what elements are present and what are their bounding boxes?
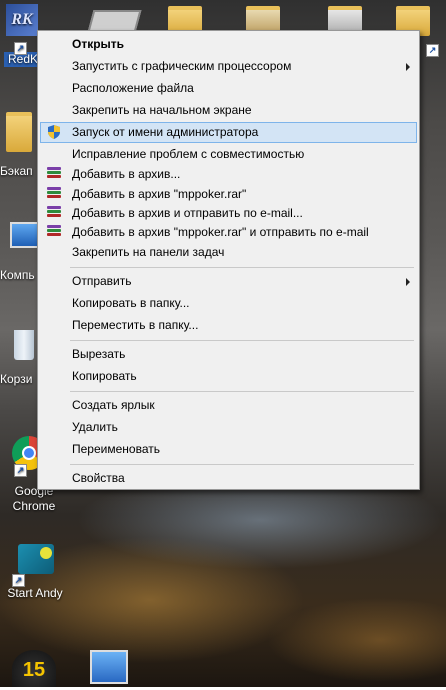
menu-item-add-to-rar-and-email[interactable]: Добавить в архив "mppoker.rar" и отправи… <box>40 222 417 243</box>
menu-item-label: Переместить в папку... <box>72 318 199 332</box>
menu-item-label: Закрепить на панели задач <box>72 245 225 259</box>
menu-separator <box>70 340 414 341</box>
menu-item-delete[interactable]: Удалить <box>40 417 417 438</box>
menu-item-label: Открыть <box>72 37 125 51</box>
menu-item-label: Копировать в папку... <box>72 296 190 310</box>
network-icon[interactable] <box>90 650 128 684</box>
menu-item-label: Копировать <box>72 369 137 383</box>
menu-item-pin-to-start[interactable]: Закрепить на начальном экране <box>40 100 417 121</box>
menu-item-copy-to-folder[interactable]: Копировать в папку... <box>40 293 417 314</box>
app-icon-15[interactable]: 15 <box>12 650 56 687</box>
menu-item-label: Удалить <box>72 420 118 434</box>
backup-folder-icon-item[interactable]: Бэкап <box>0 112 36 179</box>
shield-icon <box>48 125 60 139</box>
menu-item-cut[interactable]: Вырезать <box>40 344 417 365</box>
shortcut-arrow-icon: ↗ <box>12 574 25 587</box>
menu-item-rename[interactable]: Переименовать <box>40 439 417 460</box>
redk-app-icon: RK <box>6 4 38 36</box>
winrar-icon <box>47 167 61 181</box>
menu-item-run-as-admin[interactable]: Запуск от имени администратора <box>40 122 417 143</box>
menu-item-label: Вырезать <box>72 347 126 361</box>
winrar-icon <box>47 187 61 201</box>
winrar-icon <box>47 225 61 239</box>
recycle-label: Корзи <box>0 372 33 386</box>
menu-item-label: Добавить в архив "mppoker.rar" <box>72 187 247 201</box>
computer-label: Компь <box>0 268 35 282</box>
menu-item-troubleshoot-compatibility[interactable]: Исправление проблем с совместимостью <box>40 144 417 165</box>
monitor-icon <box>10 222 40 248</box>
menu-item-properties[interactable]: Свойства <box>40 468 417 489</box>
menu-item-label: Запустить с графическим процессором <box>72 59 292 73</box>
menu-item-add-and-email[interactable]: Добавить в архив и отправить по e-mail..… <box>40 203 417 224</box>
menu-separator <box>70 391 414 392</box>
menu-item-label: Запуск от имени администратора <box>72 125 259 139</box>
menu-item-label: Добавить в архив "mppoker.rar" и отправи… <box>72 225 369 239</box>
andy-label: Start Andy <box>7 586 63 600</box>
menu-separator <box>70 267 414 268</box>
backup-label: Бэкап <box>0 164 33 178</box>
menu-item-run-with-gpu[interactable]: Запустить с графическим процессором <box>40 56 417 77</box>
menu-item-label: Расположение файла <box>72 81 194 95</box>
recycle-bin-desktop-icon[interactable]: Корзи <box>0 330 36 387</box>
menu-item-label: Переименовать <box>72 442 160 456</box>
recycle-bin-icon <box>14 330 34 360</box>
menu-item-send-to[interactable]: Отправить <box>40 271 417 292</box>
submenu-arrow-icon <box>406 278 410 286</box>
computer-desktop-icon[interactable]: Компь <box>0 222 40 283</box>
menu-item-create-shortcut[interactable]: Создать ярлык <box>40 395 417 416</box>
shortcut-arrow-icon: ↗ <box>14 42 27 55</box>
redk-desktop-icon[interactable]: RK RedK ↗ <box>4 4 40 67</box>
winrar-icon <box>47 206 61 220</box>
menu-item-open[interactable]: Открыть <box>40 34 417 55</box>
menu-item-label: Исправление проблем с совместимостью <box>72 147 305 161</box>
menu-item-pin-to-taskbar[interactable]: Закрепить на панели задач <box>40 242 417 263</box>
menu-item-add-to-rar[interactable]: Добавить в архив "mppoker.rar" <box>40 184 417 205</box>
menu-item-add-to-archive[interactable]: Добавить в архив... <box>40 164 417 185</box>
menu-item-label: Создать ярлык <box>72 398 155 412</box>
menu-item-label: Добавить в архив... <box>72 167 181 181</box>
shortcut-arrow-icon: ↗ <box>426 44 439 57</box>
folder-icon <box>6 112 32 152</box>
andy-icon <box>18 544 54 574</box>
menu-item-copy[interactable]: Копировать <box>40 366 417 387</box>
menu-item-move-to-folder[interactable]: Переместить в папку... <box>40 315 417 336</box>
menu-item-label: Закрепить на начальном экране <box>72 103 252 117</box>
menu-item-file-location[interactable]: Расположение файла <box>40 78 417 99</box>
menu-item-label: Отправить <box>72 274 132 288</box>
submenu-arrow-icon <box>406 63 410 71</box>
menu-item-label: Свойства <box>72 471 125 485</box>
menu-item-label: Добавить в архив и отправить по e-mail..… <box>72 206 303 220</box>
chrome-label-line2: Chrome <box>12 499 56 513</box>
shortcut-arrow-icon: ↗ <box>14 464 27 477</box>
menu-separator <box>70 464 414 465</box>
start-andy-desktop-icon[interactable]: ↗ Start Andy <box>2 544 68 601</box>
context-menu: Открыть Запустить с графическим процессо… <box>37 30 420 490</box>
